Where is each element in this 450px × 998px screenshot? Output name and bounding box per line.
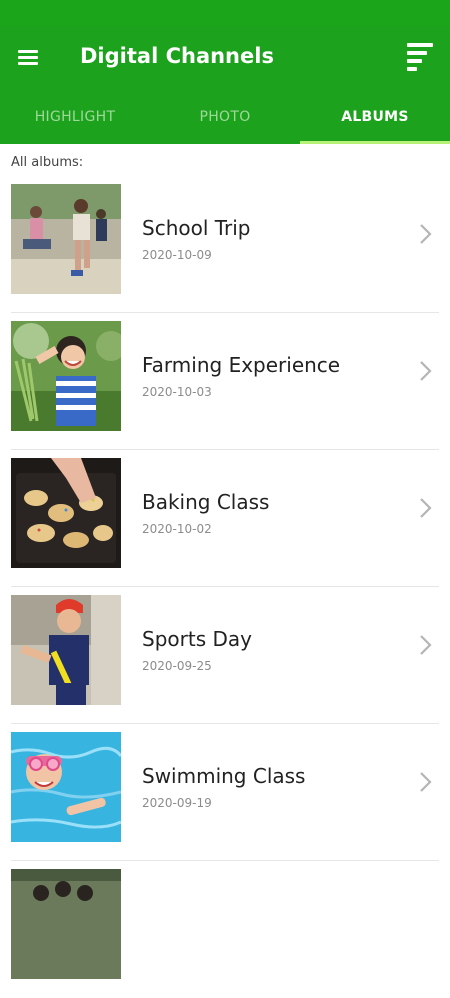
- album-thumbnail: [11, 321, 121, 431]
- album-title: Swimming Class: [142, 764, 306, 788]
- chevron-right-icon: [420, 361, 432, 381]
- album-thumbnail: [11, 732, 121, 842]
- album-row[interactable]: [0, 861, 450, 998]
- album-thumbnail: [11, 595, 121, 705]
- album-thumbnail: [11, 184, 121, 294]
- album-date: 2020-09-19: [142, 796, 212, 810]
- album-row[interactable]: Swimming Class 2020-09-19: [0, 724, 450, 861]
- tab-albums[interactable]: ALBUMS: [300, 90, 450, 144]
- album-row[interactable]: Farming Experience 2020-10-03: [0, 313, 450, 450]
- album-thumbnail: [11, 869, 121, 979]
- album-date: 2020-10-03: [142, 385, 212, 399]
- album-thumbnail: [11, 458, 121, 568]
- tab-highlight[interactable]: HIGHLIGHT: [0, 90, 150, 144]
- chevron-right-icon: [420, 635, 432, 655]
- app-bar: Digital Channels: [0, 26, 450, 90]
- album-title: Baking Class: [142, 490, 270, 514]
- album-row[interactable]: Sports Day 2020-09-25: [0, 587, 450, 724]
- status-bar: [0, 0, 450, 26]
- album-date: 2020-09-25: [142, 659, 212, 673]
- section-label: All albums:: [11, 155, 84, 170]
- album-date: 2020-10-09: [142, 248, 212, 262]
- album-row[interactable]: Baking Class 2020-10-02: [0, 450, 450, 587]
- album-title: Sports Day: [142, 627, 252, 651]
- chevron-right-icon: [420, 772, 432, 792]
- sort-icon[interactable]: [401, 42, 437, 76]
- chevron-right-icon: [420, 498, 432, 518]
- album-date: 2020-10-02: [142, 522, 212, 536]
- tab-bar: HIGHLIGHT PHOTO ALBUMS: [0, 90, 450, 144]
- album-title: Farming Experience: [142, 353, 341, 377]
- album-row[interactable]: School Trip 2020-10-09: [0, 176, 450, 313]
- tab-photo[interactable]: PHOTO: [150, 90, 300, 144]
- chevron-right-icon: [420, 224, 432, 244]
- app-title: Digital Channels: [80, 44, 274, 68]
- album-title: School Trip: [142, 216, 251, 240]
- hamburger-menu-icon[interactable]: [13, 44, 43, 72]
- album-list: School Trip 2020-10-09 Farming Experienc…: [0, 176, 450, 998]
